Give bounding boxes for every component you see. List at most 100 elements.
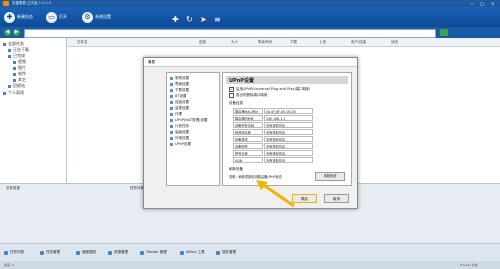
col-upload[interactable]: 上传 — [319, 40, 326, 45]
check-icon — [8, 54, 11, 58]
address-input[interactable] — [24, 29, 436, 38]
settings-icon — [170, 143, 173, 146]
upnp-panel: UPnP设置 ✓ 启用UPnP(Universal Plug and Play)端… — [222, 72, 352, 186]
tree-item-upnp-nat[interactable]: UPnP(NAT穿透)设置 — [170, 118, 208, 123]
status-tracker: Tracker 状态 — [460, 263, 478, 267]
settings-icon — [170, 119, 173, 122]
tree-item-connection[interactable]: 连接设置 — [170, 100, 189, 105]
tab-resources[interactable]: 资源管理 — [108, 250, 128, 255]
minimize-button[interactable]: — — [470, 0, 474, 7]
maximize-button[interactable]: □ — [480, 0, 484, 7]
forward-icon[interactable]: ▶ — [13, 29, 20, 36]
col-status[interactable]: 状态 — [391, 40, 398, 45]
cancel-button[interactable]: 取消 — [324, 194, 349, 203]
dialog-title-bar: 设置 ✕ — [144, 58, 357, 67]
open-button[interactable]: ▭ 打开 — [46, 10, 67, 24]
status-bar: 速度: 0 Tracker 状态 — [0, 261, 500, 269]
info-row: 路由器MAC地址 00-0F-BF-00-00-00 — [233, 108, 313, 114]
settings-icon — [170, 77, 173, 80]
folder-icon: ▭ — [46, 11, 57, 23]
redetect-button[interactable]: 重新检测 — [315, 172, 345, 181]
software-icon — [13, 72, 16, 76]
gear-icon: ⚙ — [82, 11, 93, 23]
tree-item-bt[interactable]: BT设置 — [170, 94, 187, 99]
panel-title: UPnP设置 — [229, 78, 254, 84]
tasks-icon — [40, 250, 44, 255]
enable-upnp-checkbox[interactable]: ✓ 启用UPnP(Universal Plug and Play)端口映射 — [229, 87, 310, 92]
settings-icon — [170, 131, 173, 134]
col-download[interactable]: 下载 — [290, 40, 297, 45]
settings-icon — [170, 101, 173, 104]
tab-tracker[interactable]: Tracker 管理 — [140, 250, 167, 255]
device-info-label: 设备信息 — [229, 101, 243, 105]
tab-task-list[interactable]: 任务列表 — [4, 250, 24, 255]
address-bar: ◀ ▶ — [0, 27, 500, 38]
settings-icon — [170, 137, 173, 140]
menu-icon[interactable]: ≡ — [214, 15, 221, 24]
app-logo-icon — [3, 1, 9, 6]
add-icon[interactable]: ✚ — [172, 15, 179, 24]
image-icon — [13, 66, 16, 70]
dialog-close-button[interactable]: ✕ — [148, 59, 354, 64]
trash-icon — [8, 84, 11, 88]
task-detail-header: 任务详情 — [130, 186, 144, 190]
speed-icon — [76, 250, 80, 255]
panel-header: UPnP设置 — [226, 76, 348, 84]
tracker-icon — [140, 250, 144, 255]
tab-emule[interactable]: eMule 工具 — [180, 250, 205, 255]
tree-item-download[interactable]: 下载设置 — [170, 88, 189, 93]
settings-icon — [170, 125, 173, 128]
emule-icon — [180, 250, 184, 255]
settings-icon — [170, 89, 173, 92]
checkbox-icon: ✓ — [229, 87, 234, 92]
settings-icon — [170, 83, 173, 86]
refresh-icon[interactable]: ↻ — [186, 15, 193, 24]
tree-item-general[interactable]: 常规设置 — [170, 76, 189, 81]
sidebar-item-offline[interactable]: 个人离线 — [3, 90, 24, 96]
resources-icon — [108, 250, 112, 255]
sidebar: 全部任务 正在下载 已完成 视频 图片 软件 其它 回收站 个人离线 — [0, 38, 67, 183]
settings-icon — [170, 113, 173, 116]
tree-item-appearance[interactable]: 外观设置 — [170, 136, 189, 141]
col-users[interactable]: 用户/连接 — [351, 40, 366, 45]
info-row: 设备描述 没有找到信息 — [233, 136, 313, 142]
sidebar-item-trash[interactable]: 回收站 — [8, 83, 25, 89]
settings-icon — [170, 107, 173, 110]
info-row: UDN 没有找到信息 — [233, 157, 313, 163]
title-bar: 迅雷看看 正式版 1.0.0.0 — □ ✕ — [0, 0, 500, 7]
tree-item-ui[interactable]: 界面设置 — [170, 82, 189, 87]
info-row: 设备型号名称 没有找到信息 — [233, 122, 313, 128]
new-task-button[interactable]: ✚ 新建任务 — [4, 10, 33, 24]
bottom-tabs: 任务列表 任务管理 速度限制 资源管理 Tracker 管理 eMule 工具 … — [0, 243, 500, 262]
send-icon[interactable]: ➤ — [200, 15, 207, 24]
tree-item-proxy[interactable]: 代理 — [170, 112, 182, 117]
col-remaining[interactable]: 剩余时间 — [258, 40, 272, 45]
info-row: 制造商名称 没有找到信息 — [233, 129, 313, 135]
folder-icon — [3, 42, 6, 46]
info-row: 路由器IP地址 192.168.1.1 — [233, 115, 313, 121]
go-button[interactable] — [440, 29, 448, 36]
info-row: 设备型号 没有找到信息 — [233, 143, 313, 149]
settings-button[interactable]: ⚙ 系统设置 — [82, 10, 111, 24]
window-title: 迅雷看看 正式版 1.0.0.0 — [12, 1, 51, 5]
cloud-icon — [3, 91, 6, 95]
close-button[interactable]: ✕ — [491, 0, 494, 7]
tree-item-schedule[interactable]: 计划任务 — [170, 124, 189, 129]
back-icon[interactable]: ◀ — [4, 29, 11, 36]
info-row: 型号名称 没有找到信息 — [233, 150, 313, 156]
tab-task-manage[interactable]: 任务管理 — [40, 250, 60, 255]
tree-item-monitor[interactable]: 监视设置 — [170, 106, 189, 111]
settings-icon — [170, 95, 173, 98]
remove-mapping-checkbox[interactable]: 退出时删除端口映射 — [229, 93, 268, 98]
tree-item-upnp[interactable]: UPnP设置 — [170, 142, 191, 147]
col-filename[interactable]: 文件名 — [77, 40, 88, 45]
tree-item-advanced[interactable]: 高级设置 — [170, 130, 189, 135]
highlight-arrow-icon — [256, 180, 295, 208]
tab-speed-limit[interactable]: 速度限制 — [76, 250, 96, 255]
status-speed: 速度: 0 — [4, 263, 14, 267]
col-progress[interactable]: 进度 — [199, 40, 206, 45]
checkbox-icon — [229, 93, 234, 98]
col-size[interactable]: 大小 — [231, 40, 238, 45]
tab-plugins[interactable]: 插件管理 — [216, 250, 236, 255]
settings-tree: 常规设置 界面设置 下载设置 BT设置 连接设置 监视设置 代理 UPnP(NA… — [166, 72, 220, 186]
